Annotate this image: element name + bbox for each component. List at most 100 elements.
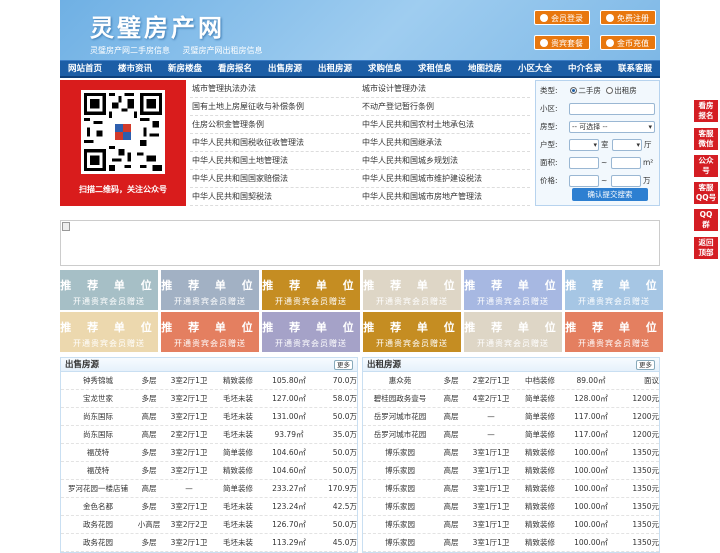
nav-new-homes[interactable]: 新房楼盘 — [160, 61, 210, 76]
policy-link[interactable]: 住房公积金管理条例 — [190, 116, 360, 133]
policy-link[interactable]: 城市设计管理办法 — [360, 80, 530, 97]
area-min-input[interactable] — [569, 157, 599, 169]
vip-package-button[interactable]: 贵宾套餐 — [534, 35, 590, 50]
nav-home[interactable]: 网站首页 — [60, 61, 110, 76]
nav-for-rent[interactable]: 出租房源 — [310, 61, 360, 76]
policy-link[interactable]: 不动产登记暂行条例 — [360, 98, 530, 115]
listing-row[interactable]: 博乐家园 高层 3室1厅1卫 精致装修 100.00㎡ 1350元 — [363, 444, 659, 462]
nav-contact[interactable]: 联系客服 — [610, 61, 660, 76]
policy-link[interactable]: 中华人民共和国城乡规划法 — [360, 152, 530, 169]
side-wechat-button[interactable]: 客服 微信 — [694, 128, 718, 150]
listing-row[interactable]: 博乐家园 高层 3室1厅1卫 精致装修 100.00㎡ 1350元 — [363, 498, 659, 516]
recommended-unit-tile[interactable]: 推 荐 单 位开通贵宾会员赠送 — [262, 270, 360, 310]
recommended-unit-tile[interactable]: 推 荐 单 位开通贵宾会员赠送 — [161, 312, 259, 352]
recommended-unit-tile[interactable]: 推 荐 单 位开通贵宾会员赠送 — [565, 312, 663, 352]
listing-community[interactable]: 岳罗河城市花园 — [363, 408, 437, 425]
login-button[interactable]: 会员登录 — [534, 10, 590, 25]
coin-recharge-button[interactable]: 金币充值 — [600, 35, 656, 50]
side-back-to-top-button[interactable]: 返回 顶部 — [694, 237, 718, 259]
listing-community[interactable]: 罗河花园一楼店铺 — [61, 480, 135, 497]
rent-more-link[interactable]: 更多 — [636, 360, 655, 370]
listing-row[interactable]: 尚东国际 高层 3室2厅1卫 毛坯未装 131.00㎡ 50.0万 — [61, 408, 357, 426]
policy-link[interactable]: 中华人民共和国国家赔偿法 — [190, 170, 360, 187]
listing-row[interactable]: 尚东国际 高层 2室2厅1卫 毛坯未装 93.79㎡ 35.0万 — [61, 426, 357, 444]
policy-link[interactable]: 中华人民共和国城市房地产管理法 — [360, 188, 530, 205]
listing-community[interactable]: 惠众苑 — [363, 372, 437, 389]
community-input[interactable] — [569, 103, 655, 115]
register-button[interactable]: 免费注册 — [600, 10, 656, 25]
radio-secondhand[interactable]: 二手房 — [570, 86, 601, 95]
nav-communities[interactable]: 小区大全 — [510, 61, 560, 76]
price-min-input[interactable] — [569, 175, 599, 187]
listing-row[interactable]: 博乐家园 高层 3室1厅1卫 精致装修 100.00㎡ 1350元 — [363, 462, 659, 480]
listing-community[interactable]: 岳罗河城市花园 — [363, 426, 437, 443]
listing-row[interactable]: 政务花园 小高层 3室2厅2卫 毛坯未装 126.70㎡ 50.0万 — [61, 516, 357, 534]
sale-more-link[interactable]: 更多 — [334, 360, 353, 370]
subtitle-sale[interactable]: 灵璧房产网二手房信息 — [90, 46, 170, 55]
house-type-select[interactable]: -- 可选择 -- ▾ — [569, 121, 655, 133]
nav-want-rent[interactable]: 求租信息 — [410, 61, 460, 76]
radio-rental[interactable]: 出租房 — [606, 86, 637, 95]
recommended-unit-tile[interactable]: 推 荐 单 位开通贵宾会员赠送 — [60, 270, 158, 310]
recommended-unit-tile[interactable]: 推 荐 单 位开通贵宾会员赠送 — [262, 312, 360, 352]
listing-row[interactable]: 碧桂园政务壹号 高层 4室2厅1卫 简单装修 128.00㎡ 1200元 — [363, 390, 659, 408]
recommended-unit-tile[interactable]: 推 荐 单 位开通贵宾会员赠送 — [161, 270, 259, 310]
listing-community[interactable]: 碧桂园政务壹号 — [363, 390, 437, 407]
listing-community[interactable]: 福茂特 — [61, 462, 135, 479]
side-official-account-button[interactable]: 公众号 — [694, 155, 718, 177]
listing-row[interactable]: 岳罗河城市花园 高层 — 简单装修 117.00㎡ 1200元 — [363, 408, 659, 426]
site-logo[interactable]: 灵璧房产网 — [90, 8, 225, 43]
listing-row[interactable]: 岳罗河城市花园 高层 — 简单装修 117.00㎡ 1200元 — [363, 426, 659, 444]
policy-link[interactable]: 中华人民共和国土地管理法 — [190, 152, 360, 169]
listing-community[interactable]: 博乐家园 — [363, 444, 437, 461]
side-qq-group-button[interactable]: QQ 群 — [694, 209, 718, 231]
side-qq-button[interactable]: 客服 QQ号 — [694, 182, 718, 204]
room-select[interactable]: ▾ — [569, 139, 599, 151]
hall-select[interactable]: ▾ — [612, 139, 642, 151]
listing-community[interactable]: 博乐家园 — [363, 498, 437, 515]
listing-row[interactable]: 福茂特 多层 3室2厅1卫 简单装修 104.60㎡ 50.0万 — [61, 444, 357, 462]
subtitle-rent[interactable]: 灵璧房产网出租房信息 — [183, 46, 263, 55]
listing-row[interactable]: 博乐家园 高层 3室1厅1卫 精致装修 100.00㎡ 1350元 — [363, 480, 659, 498]
listing-row[interactable]: 博乐家园 高层 3室1厅1卫 精致装修 100.00㎡ 1350元 — [363, 516, 659, 534]
banner-image[interactable] — [60, 220, 660, 266]
listing-row[interactable]: 钟秀锦城 多层 3室2厅1卫 精致装修 105.80㎡ 70.0万 — [61, 372, 357, 390]
nav-want-buy[interactable]: 求购信息 — [360, 61, 410, 76]
listing-row[interactable]: 博乐家园 高层 3室1厅1卫 精致装修 100.00㎡ 1350元 — [363, 534, 659, 552]
recommended-unit-tile[interactable]: 推 荐 单 位开通贵宾会员赠送 — [363, 312, 461, 352]
listing-community[interactable]: 政务花园 — [61, 516, 135, 533]
policy-link[interactable]: 城市管理执法办法 — [190, 80, 360, 97]
listing-community[interactable]: 政务花园 — [61, 534, 135, 551]
nav-for-sale[interactable]: 出售房源 — [260, 61, 310, 76]
recommended-unit-tile[interactable]: 推 荐 单 位开通贵宾会员赠送 — [565, 270, 663, 310]
listing-community[interactable]: 博乐家园 — [363, 480, 437, 497]
listing-row[interactable]: 宝龙世家 多层 3室2厅1卫 毛坯未装 127.00㎡ 58.0万 — [61, 390, 357, 408]
listing-row[interactable]: 罗河花园一楼店铺 高层 — 简单装修 233.27㎡ 170.9万 — [61, 480, 357, 498]
policy-link[interactable]: 中华人民共和国继承法 — [360, 134, 530, 151]
listing-community[interactable]: 宝龙世家 — [61, 390, 135, 407]
policy-link[interactable]: 中华人民共和国契税法 — [190, 188, 360, 205]
nav-map[interactable]: 地图找房 — [460, 61, 510, 76]
recommended-unit-tile[interactable]: 推 荐 单 位开通贵宾会员赠送 — [464, 312, 562, 352]
listing-row[interactable]: 金色名都 多层 3室2厅1卫 毛坯未装 123.24㎡ 42.5万 — [61, 498, 357, 516]
listing-row[interactable]: 惠众苑 多层 2室2厅1卫 中档装修 89.00㎡ 面议 — [363, 372, 659, 390]
listing-community[interactable]: 尚东国际 — [61, 426, 135, 443]
policy-link[interactable]: 中华人民共和国农村土地承包法 — [360, 116, 530, 133]
nav-viewing-signup[interactable]: 看房报名 — [210, 61, 260, 76]
nav-news[interactable]: 楼市资讯 — [110, 61, 160, 76]
listing-community[interactable]: 福茂特 — [61, 444, 135, 461]
side-viewing-signup-button[interactable]: 看房 报名 — [694, 100, 718, 122]
listing-community[interactable]: 博乐家园 — [363, 534, 437, 551]
listing-row[interactable]: 福茂特 多层 3室2厅1卫 精致装修 104.60㎡ 50.0万 — [61, 462, 357, 480]
recommended-unit-tile[interactable]: 推 荐 单 位开通贵宾会员赠送 — [60, 312, 158, 352]
policy-link[interactable]: 中华人民共和国城市维护建设税法 — [360, 170, 530, 187]
listing-community[interactable]: 博乐家园 — [363, 516, 437, 533]
recommended-unit-tile[interactable]: 推 荐 单 位开通贵宾会员赠送 — [363, 270, 461, 310]
policy-link[interactable]: 国有土地上房屋征收与补偿条例 — [190, 98, 360, 115]
listing-community[interactable]: 金色名都 — [61, 498, 135, 515]
listing-community[interactable]: 博乐家园 — [363, 462, 437, 479]
listing-row[interactable]: 政务花园 多层 3室2厅1卫 毛坯未装 113.29㎡ 45.0万 — [61, 534, 357, 552]
listing-community[interactable]: 尚东国际 — [61, 408, 135, 425]
policy-link[interactable]: 中华人民共和国税收征收管理法 — [190, 134, 360, 151]
price-max-input[interactable] — [611, 175, 641, 187]
